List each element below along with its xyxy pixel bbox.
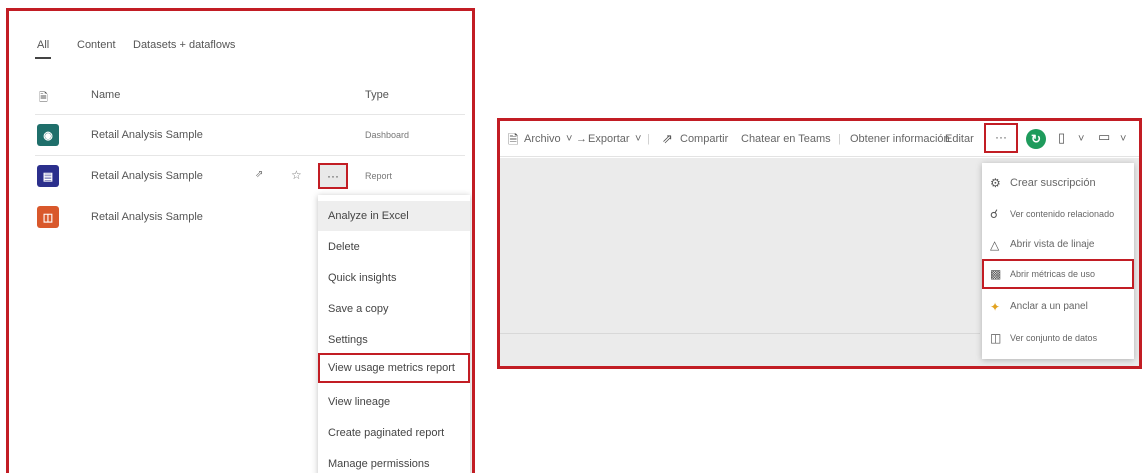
dataset-icon: ◫ [37, 206, 59, 228]
menu-item-lineage-view[interactable]: △ Abrir vista de linaje [982, 230, 1134, 260]
menu-item-usage-metrics[interactable]: ▩ Abrir métricas de uso [982, 259, 1134, 289]
report-toolbar: 🗎 Archivo ˅ → Exportar ˅ | ⇗ Compartir C… [500, 121, 1139, 157]
more-options-button[interactable]: ··· [984, 123, 1018, 153]
file-menu-button[interactable]: Archivo [524, 133, 561, 145]
menu-item-analyze-in-excel[interactable]: Analyze in Excel [318, 201, 470, 231]
pin-icon: ✦ [990, 300, 1001, 314]
menu-item-label: Ver conjunto de datos [1010, 333, 1098, 343]
table-row[interactable]: ◉ Retail Analysis Sample Dashboard [9, 115, 472, 155]
lineage-icon: △ [990, 238, 1000, 252]
menu-item-view-usage-metrics-report[interactable]: View usage metrics report [318, 353, 470, 383]
menu-item-settings[interactable]: Settings [318, 325, 470, 355]
menu-item-pin-to-dashboard[interactable]: ✦ Anclar a un panel [982, 292, 1134, 322]
menu-item-create-paginated-report[interactable]: Create paginated report [318, 418, 470, 448]
row-type: Dashboard [365, 130, 410, 140]
view-icon[interactable]: ▭ [1098, 129, 1110, 145]
menu-item-label: Abrir vista de linaje [1010, 239, 1095, 250]
toolbar-divider: | [647, 133, 650, 145]
menu-item-related-content[interactable]: ☌ Ver contenido relacionado [982, 199, 1134, 229]
menu-item-view-dataset[interactable]: ◫ Ver conjunto de datos [982, 323, 1134, 353]
file-menu-chevron-icon: ˅ [566, 133, 573, 145]
favorite-star-icon[interactable]: ☆ [291, 168, 302, 182]
menu-item-create-subscription[interactable]: ⚙ Crear suscripción [982, 168, 1134, 198]
toolbar-divider: | [838, 133, 841, 145]
more-options-button[interactable]: ··· [318, 163, 348, 189]
report-view-panel: 🗎 Archivo ˅ → Exportar ˅ | ⇗ Compartir C… [497, 118, 1142, 369]
row-type: Report [365, 171, 393, 181]
bookmark-chevron-icon[interactable]: ˅ [1078, 133, 1084, 145]
workspace-content-panel: All Content Datasets + dataflows 🗎 Name … [6, 8, 475, 473]
bookmark-icon[interactable]: ▯ [1058, 130, 1065, 146]
view-chevron-icon[interactable]: ˅ [1120, 133, 1126, 145]
menu-item-label: Abrir métricas de uso [1010, 269, 1096, 279]
teams-chat-button[interactable]: Chatear en Teams [741, 133, 831, 145]
file-icon: 🗎 [508, 132, 519, 147]
usage-metrics-icon: ▩ [990, 267, 1002, 281]
share-icon[interactable]: ⇗ [255, 169, 263, 180]
menu-item-delete[interactable]: Delete [318, 232, 470, 262]
refresh-icon[interactable]: ↻ [1026, 129, 1046, 149]
get-insights-button[interactable]: Obtener información [850, 133, 950, 145]
report-icon: ▤ [37, 165, 59, 187]
export-chevron-icon: ˅ [635, 133, 642, 145]
canvas-divider [500, 333, 980, 334]
menu-item-label: Crear suscripción [1010, 177, 1096, 189]
tab-content[interactable]: Content [77, 39, 116, 51]
dashboard-icon: ◉ [37, 124, 59, 146]
share-button[interactable]: Compartir [680, 133, 728, 145]
dataset-icon: ◫ [990, 331, 1002, 345]
menu-item-manage-permissions[interactable]: Manage permissions [318, 449, 470, 473]
menu-item-label: Anclar a un panel [1010, 301, 1088, 312]
export-button[interactable]: Exportar [588, 133, 630, 145]
export-arrow-icon: → [576, 133, 587, 145]
share-icon: ⇗ [662, 131, 673, 146]
menu-item-label: Ver contenido relacionado [1010, 209, 1115, 219]
active-tab-indicator [35, 57, 51, 59]
column-header-type[interactable]: Type [365, 89, 389, 101]
related-content-icon: ☌ [990, 207, 999, 221]
row-name[interactable]: Retail Analysis Sample [91, 170, 203, 182]
menu-item-save-a-copy[interactable]: Save a copy [318, 294, 470, 324]
menu-item-view-lineage[interactable]: View lineage [318, 387, 470, 417]
context-menu: Analyze in Excel Delete Quick insights S… [318, 195, 470, 473]
table-row[interactable]: ▤ Retail Analysis Sample ⇗ ☆ Report [9, 156, 472, 196]
edit-button[interactable]: Editar [945, 133, 974, 145]
subscription-icon: ⚙ [990, 176, 1001, 190]
more-options-menu: ⚙ Crear suscripción ☌ Ver contenido relaci… [982, 163, 1134, 359]
row-name[interactable]: Retail Analysis Sample [91, 129, 203, 141]
tab-datasets-dataflows[interactable]: Datasets + dataflows [133, 39, 235, 51]
row-name[interactable]: Retail Analysis Sample [91, 211, 203, 223]
column-header-name[interactable]: Name [91, 89, 120, 101]
menu-item-quick-insights[interactable]: Quick insights [318, 263, 470, 293]
type-column-icon: 🗎 [39, 92, 48, 104]
tab-all[interactable]: All [37, 39, 49, 51]
